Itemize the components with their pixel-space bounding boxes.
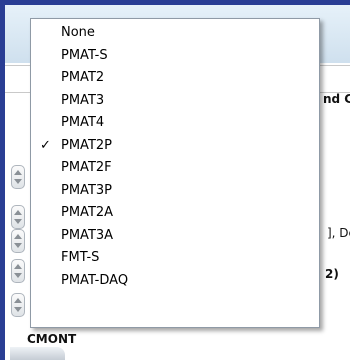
spinner-icon[interactable]: [11, 293, 25, 317]
menu-item-label: PMAT2A: [61, 205, 114, 220]
menu-item-label: PMAT-S: [61, 47, 108, 63]
partial-label: nd C: [323, 92, 350, 106]
section-label: CMONT: [27, 332, 77, 346]
menu-item-pmat3a[interactable]: PMAT3A: [31, 225, 319, 248]
bottom-tab[interactable]: [10, 347, 65, 360]
menu-item-pmat2[interactable]: PMAT2: [31, 67, 319, 90]
menu-item-pmat3p[interactable]: PMAT3P: [31, 180, 319, 203]
menu-item-label: PMAT3A: [61, 227, 114, 243]
menu-item-label: PMAT2: [61, 70, 105, 85]
spinner-icon[interactable]: [11, 165, 25, 189]
partial-label: ], De: [327, 226, 350, 240]
menu-item-label: PMAT4: [61, 115, 105, 130]
menu-item-none[interactable]: None: [31, 22, 319, 45]
menu-item-label: PMAT2F: [61, 160, 112, 175]
menu-item-label: PMAT-DAQ: [61, 272, 129, 288]
menu-item-label: FMT-S: [61, 250, 100, 265]
checkmark-icon: ✓: [40, 137, 51, 153]
menu-item-pmat2a[interactable]: PMAT2A: [31, 202, 319, 225]
dropdown-menu: None PMAT-S PMAT2 PMAT3 PMAT4 ✓ PMAT2P PMAT2F PM…: [30, 18, 320, 328]
menu-item-pmat4[interactable]: PMAT4: [31, 112, 319, 135]
spinner-icon[interactable]: [11, 259, 25, 283]
menu-item-pmat3[interactable]: PMAT3: [31, 90, 319, 113]
menu-item-label: PMAT3: [61, 92, 105, 108]
menu-item-label: None: [61, 25, 95, 40]
menu-item-fmt-s[interactable]: FMT-S: [31, 247, 319, 270]
partial-label: 2): [325, 267, 339, 281]
menu-item-pmat2f[interactable]: PMAT2F: [31, 157, 319, 180]
menu-item-label: PMAT3P: [61, 182, 112, 198]
menu-item-pmat-s[interactable]: PMAT-S: [31, 45, 319, 68]
menu-item-pmat2p[interactable]: ✓ PMAT2P: [31, 135, 319, 158]
spinner-icon[interactable]: [11, 229, 25, 253]
menu-item-pmat-daq[interactable]: PMAT-DAQ: [31, 270, 319, 293]
menu-item-label: PMAT2P: [61, 137, 112, 153]
spinner-icon[interactable]: [11, 205, 25, 229]
